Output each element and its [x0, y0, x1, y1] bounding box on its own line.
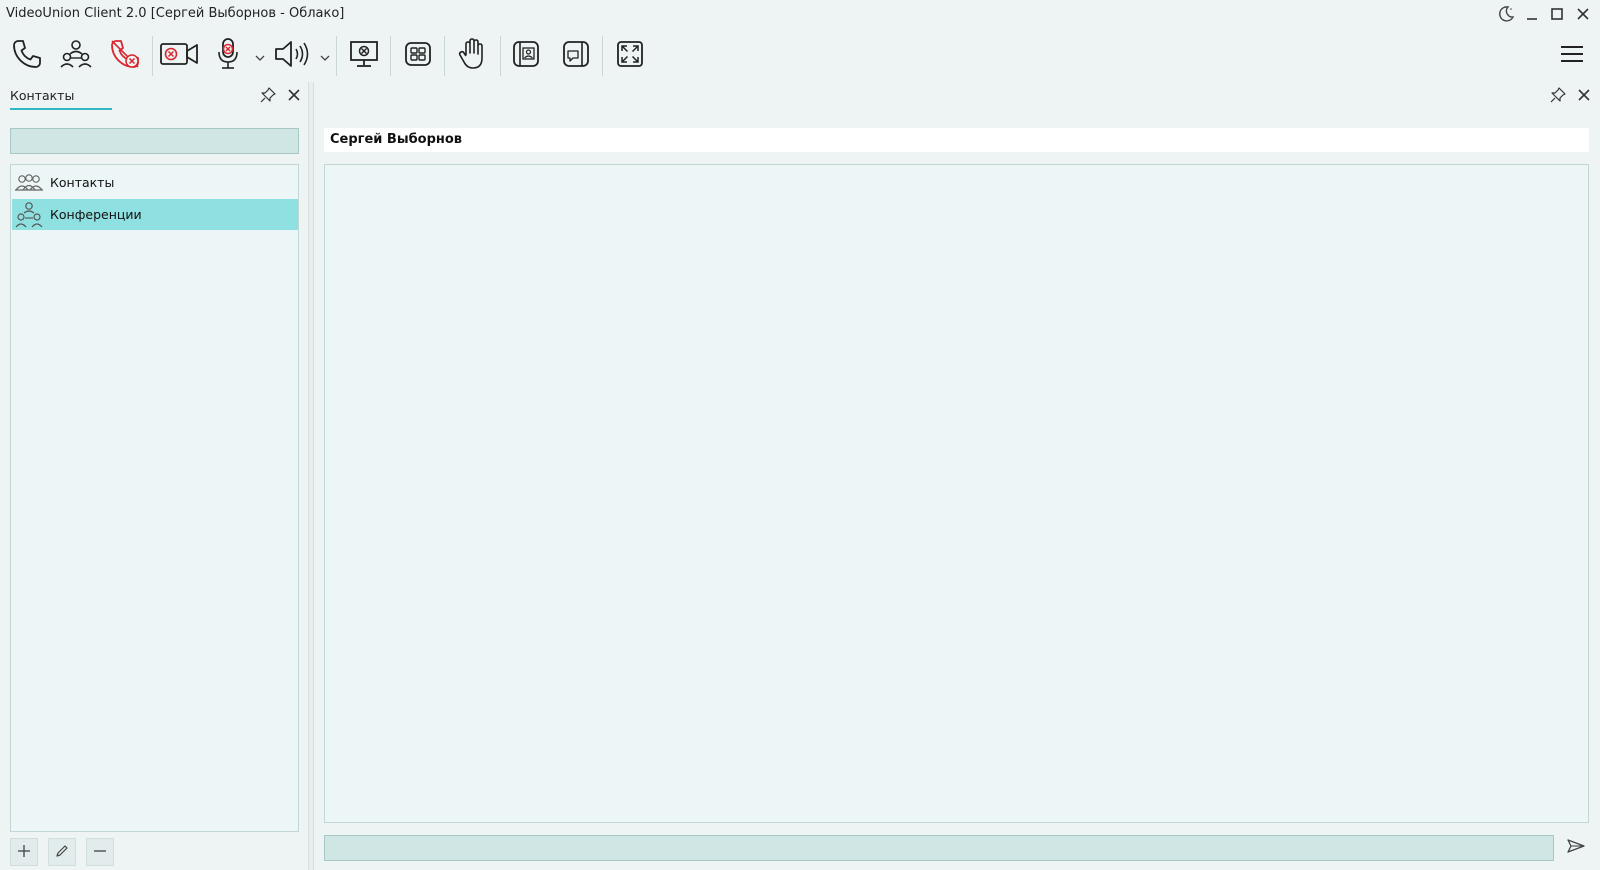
toolbar-separator	[444, 36, 445, 76]
grid-layout-icon	[404, 40, 432, 72]
contacts-panel: Контакты Контакты Конференции	[0, 82, 308, 870]
tree-item-label: Конференции	[50, 207, 142, 222]
tree-item-label: Контакты	[50, 175, 115, 190]
microphone-off-icon	[214, 37, 242, 75]
contacts-group-icon	[12, 167, 46, 198]
chat-messages-area	[324, 164, 1589, 823]
tree-item-contacts[interactable]: Контакты	[12, 167, 298, 198]
pin-icon[interactable]	[258, 85, 278, 105]
add-icon	[17, 843, 31, 862]
toolbar	[0, 28, 1600, 82]
contacts-tree: Контакты Конференции	[10, 164, 299, 832]
microphone-button[interactable]	[210, 34, 246, 78]
fullscreen-icon	[615, 39, 645, 73]
layout-button[interactable]	[398, 34, 438, 78]
menu-button[interactable]	[1554, 34, 1590, 78]
screen-share-button[interactable]	[344, 34, 384, 78]
chevron-down-icon	[255, 47, 265, 66]
theme-moon-icon[interactable]	[1495, 3, 1517, 25]
add-contact-button[interactable]	[10, 838, 38, 866]
camera-button[interactable]	[158, 34, 200, 78]
chat-panel: Сергей Выборнов	[314, 82, 1600, 870]
self-view-icon	[511, 39, 541, 73]
contacts-search-input[interactable]	[10, 128, 299, 154]
camera-off-icon	[159, 39, 199, 73]
close-panel-icon[interactable]	[1574, 85, 1594, 105]
message-input[interactable]	[324, 835, 1554, 861]
hangup-button[interactable]	[104, 34, 146, 78]
hamburger-menu-icon	[1559, 43, 1585, 69]
fullscreen-button[interactable]	[610, 34, 650, 78]
speaker-icon	[273, 38, 311, 74]
title-bar: VideoUnion Client 2.0 [Сергей Выборнов -…	[0, 0, 1600, 28]
toolbar-separator	[602, 36, 603, 76]
minimize-icon[interactable]	[1521, 3, 1543, 25]
remove-contact-button[interactable]	[86, 838, 114, 866]
microphone-dropdown[interactable]	[254, 48, 266, 64]
close-icon[interactable]	[1572, 3, 1594, 25]
tab-contacts[interactable]: Контакты	[10, 88, 74, 103]
remote-view-icon	[561, 39, 591, 73]
hand-icon	[458, 38, 486, 74]
chat-contact-name: Сергей Выборнов	[324, 128, 1589, 152]
toolbar-separator	[152, 36, 153, 76]
pin-icon[interactable]	[1548, 85, 1568, 105]
send-button[interactable]	[1562, 834, 1590, 862]
remove-icon	[93, 843, 107, 862]
window-title: VideoUnion Client 2.0 [Сергей Выборнов -…	[6, 6, 345, 21]
conference-icon	[59, 37, 93, 75]
speaker-dropdown[interactable]	[319, 48, 331, 64]
toolbar-separator	[336, 36, 337, 76]
conference-group-icon	[12, 199, 46, 230]
call-button[interactable]	[6, 34, 48, 78]
toolbar-separator	[390, 36, 391, 76]
tab-active-indicator	[10, 108, 112, 110]
screen-share-icon	[348, 38, 380, 74]
toolbar-separator	[500, 36, 501, 76]
chevron-down-icon	[320, 47, 330, 66]
phone-icon	[10, 37, 44, 75]
close-panel-icon[interactable]	[284, 85, 304, 105]
conference-button[interactable]	[56, 34, 96, 78]
phone-off-icon	[108, 37, 142, 75]
maximize-icon[interactable]	[1546, 3, 1568, 25]
tree-item-conferences[interactable]: Конференции	[12, 199, 298, 230]
speaker-button[interactable]	[272, 34, 312, 78]
edit-pencil-icon	[55, 843, 69, 862]
raise-hand-button[interactable]	[452, 34, 492, 78]
send-icon	[1566, 838, 1586, 858]
edit-contact-button[interactable]	[48, 838, 76, 866]
self-view-button[interactable]	[506, 34, 546, 78]
remote-view-button[interactable]	[556, 34, 596, 78]
